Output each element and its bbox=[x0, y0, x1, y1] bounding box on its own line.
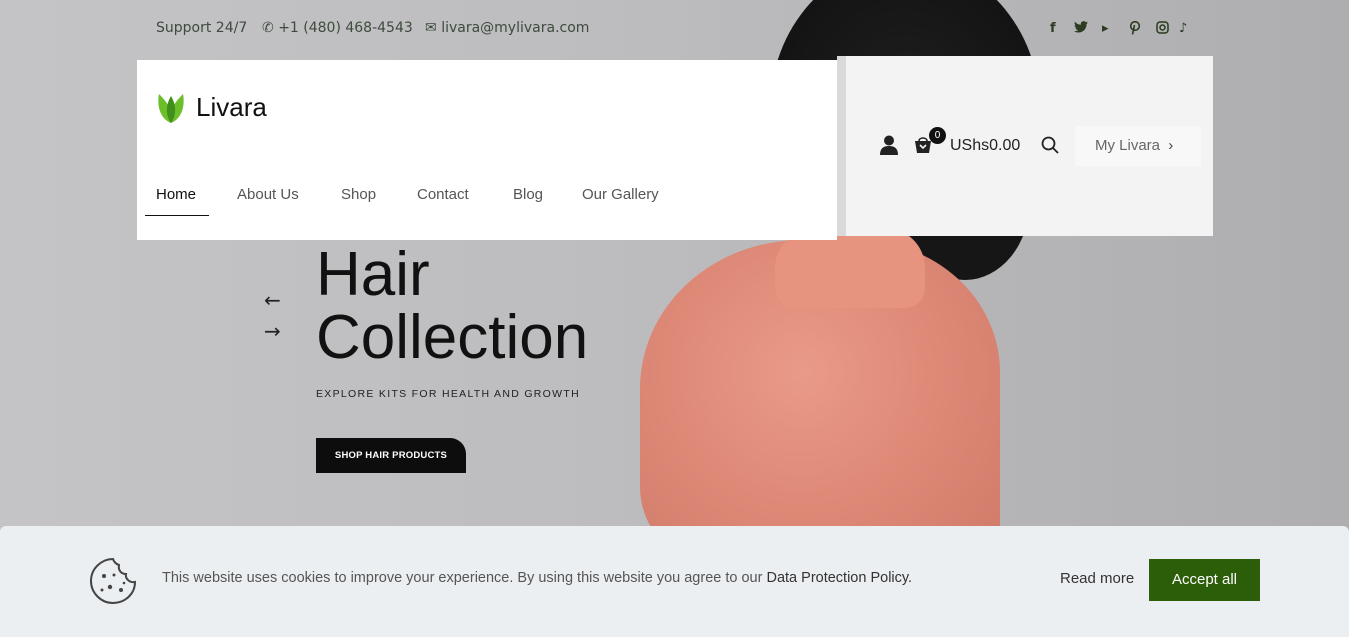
cookie-banner: This website uses cookies to improve you… bbox=[0, 526, 1349, 637]
leaf-logo-icon bbox=[158, 94, 184, 123]
cart-count-badge: 0 bbox=[929, 127, 946, 144]
instagram-icon[interactable] bbox=[1156, 21, 1169, 38]
nav-item-contact[interactable]: Contact bbox=[417, 184, 469, 205]
site-header: Livara Home About Us Shop Contact Blog O… bbox=[137, 60, 837, 240]
shop-hair-products-button[interactable]: SHOP HAIR PRODUCTS bbox=[316, 438, 466, 473]
facebook-icon[interactable]: f bbox=[1050, 21, 1056, 36]
cookie-message: This website uses cookies to improve you… bbox=[162, 570, 912, 586]
mail-icon: ✉ bbox=[425, 20, 437, 36]
tiktok-icon[interactable]: ♪ bbox=[1179, 21, 1187, 36]
hero-title-line-1: Hair bbox=[316, 240, 430, 309]
search-icon[interactable] bbox=[1041, 136, 1059, 158]
my-livara-label: My Livara bbox=[1095, 137, 1161, 154]
data-protection-policy-link[interactable]: Data Protection Policy. bbox=[766, 570, 912, 586]
youtube-icon[interactable]: ▸ bbox=[1102, 21, 1109, 36]
read-more-link[interactable]: Read more bbox=[1060, 570, 1134, 587]
hero-subtitle: EXPLORE KITS FOR HEALTH AND GROWTH bbox=[316, 388, 580, 400]
cookie-icon bbox=[88, 556, 138, 610]
phone-number: +1 (480) 468-4543 bbox=[278, 20, 413, 36]
accept-all-button[interactable]: Accept all bbox=[1149, 559, 1260, 601]
support-label: Support 24/7 bbox=[156, 20, 248, 36]
nav-item-shop[interactable]: Shop bbox=[341, 184, 376, 205]
nav-item-about-us[interactable]: About Us bbox=[237, 184, 299, 205]
nav-item-home[interactable]: Home bbox=[156, 184, 196, 205]
cookie-message-text: This website uses cookies to improve you… bbox=[162, 570, 763, 586]
my-livara-button[interactable]: My Livara › bbox=[1075, 126, 1201, 166]
email-address: livara@mylivara.com bbox=[441, 20, 590, 36]
chevron-right-icon: › bbox=[1168, 137, 1174, 154]
slider-prev-arrow[interactable]: ← bbox=[264, 288, 281, 312]
hero-title-line-2: Collection bbox=[316, 303, 589, 372]
header-actions: 0 UShs0.00 My Livara › bbox=[837, 56, 1213, 236]
slider-next-arrow[interactable]: → bbox=[264, 319, 281, 343]
nav-item-blog[interactable]: Blog bbox=[513, 184, 543, 205]
twitter-icon[interactable] bbox=[1074, 21, 1088, 36]
cart-total[interactable]: UShs0.00 bbox=[950, 137, 1020, 155]
active-nav-underline bbox=[145, 215, 209, 216]
top-bar: Support 24/7 ✆ +1 (480) 468-4543 ✉ livar… bbox=[156, 18, 1199, 40]
user-icon[interactable] bbox=[880, 135, 898, 159]
nav-item-our-gallery[interactable]: Our Gallery bbox=[582, 184, 659, 205]
site-logo[interactable]: Livara bbox=[156, 90, 267, 124]
hero-title: Hair Collection bbox=[316, 243, 588, 369]
phone-icon: ✆ bbox=[262, 20, 274, 36]
hero-model-collar bbox=[775, 228, 925, 308]
phone-link[interactable]: ✆ +1 (480) 468-4543 bbox=[262, 20, 413, 36]
pinterest-icon[interactable] bbox=[1129, 20, 1141, 39]
email-link[interactable]: ✉ livara@mylivara.com bbox=[425, 20, 589, 36]
brand-name: Livara bbox=[196, 91, 267, 122]
